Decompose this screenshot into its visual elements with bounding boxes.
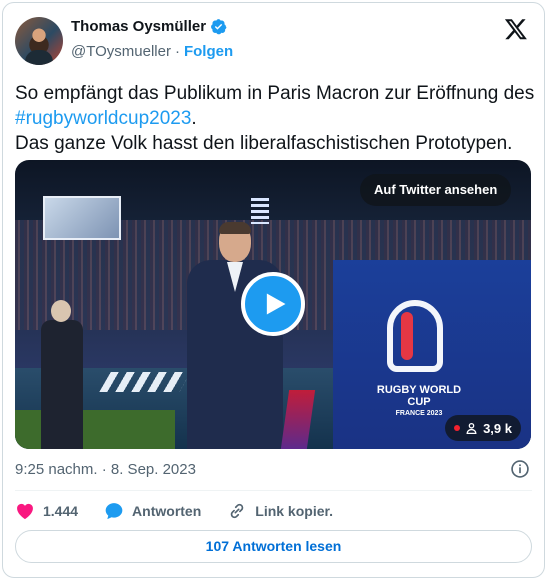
copy-link-button[interactable]: Link kopier. xyxy=(227,501,333,521)
link-icon xyxy=(231,503,244,519)
tweet-text-part: So empfängt das Publikum in Paris Macron… xyxy=(15,83,535,104)
reply-bubble-icon xyxy=(105,503,123,520)
reply-button[interactable]: Antworten xyxy=(104,501,201,521)
field-stripes xyxy=(99,372,191,392)
tweet-card: Thomas Oysmüller @TOysmueller · Folgen S… xyxy=(2,2,545,578)
view-count-badge: 3,9 k xyxy=(445,415,521,441)
view-count: 3,9 k xyxy=(483,420,512,436)
heart-icon xyxy=(17,503,33,519)
hashtag-link[interactable]: #rugbyworldcup2023 xyxy=(15,108,191,129)
read-replies-button[interactable]: 107 Antworten lesen xyxy=(15,530,532,563)
like-button[interactable]: 1.444 xyxy=(15,501,78,521)
play-button[interactable] xyxy=(241,272,305,336)
stadium-lights xyxy=(251,198,269,224)
author-name[interactable]: Thomas Oysmüller xyxy=(71,18,206,35)
tweet-text-part: . xyxy=(191,108,197,129)
author-avatar[interactable] xyxy=(15,17,63,65)
video-player[interactable]: RUGBY WORLD CUP FRANCE 2023 Auf Twitter … xyxy=(15,160,531,449)
info-icon[interactable] xyxy=(510,459,530,479)
viewers-icon xyxy=(466,422,477,434)
background-person xyxy=(41,300,83,449)
separator-dot: · xyxy=(174,43,180,60)
stadium-screen xyxy=(43,196,121,240)
author-handle-row: @TOysmueller · Folgen xyxy=(71,43,233,60)
live-dot-icon xyxy=(454,425,461,431)
author-name-row: Thomas Oysmüller xyxy=(71,18,227,35)
logo-title: RUGBY WORLD CUP xyxy=(376,384,462,408)
verified-badge-icon xyxy=(211,19,227,35)
grass xyxy=(15,410,175,449)
copy-link-label: Link kopier. xyxy=(255,503,334,519)
tweet-text: So empfängt das Publikum in Paris Macron… xyxy=(15,81,535,156)
follow-button[interactable]: Folgen xyxy=(184,43,233,60)
author-handle[interactable]: @TOysmueller xyxy=(71,43,171,60)
tweet-timestamp[interactable]: 9:25 nachm. · 8. Sep. 2023 xyxy=(15,461,196,478)
x-logo-icon[interactable] xyxy=(504,17,528,41)
reply-label: Antworten xyxy=(132,503,202,519)
action-bar: 1.444 Antworten Link kopier. xyxy=(15,501,359,521)
like-count: 1.444 xyxy=(43,503,79,519)
tweet-text-second-line: Das ganze Volk hasst den liberalfaschist… xyxy=(15,133,513,154)
watch-on-twitter-button[interactable]: Auf Twitter ansehen xyxy=(360,174,512,206)
play-icon xyxy=(266,293,286,315)
divider xyxy=(15,490,532,491)
rugby-world-cup-logo xyxy=(387,300,443,372)
rugby-world-cup-logo-text: RUGBY WORLD CUP FRANCE 2023 xyxy=(371,384,467,420)
